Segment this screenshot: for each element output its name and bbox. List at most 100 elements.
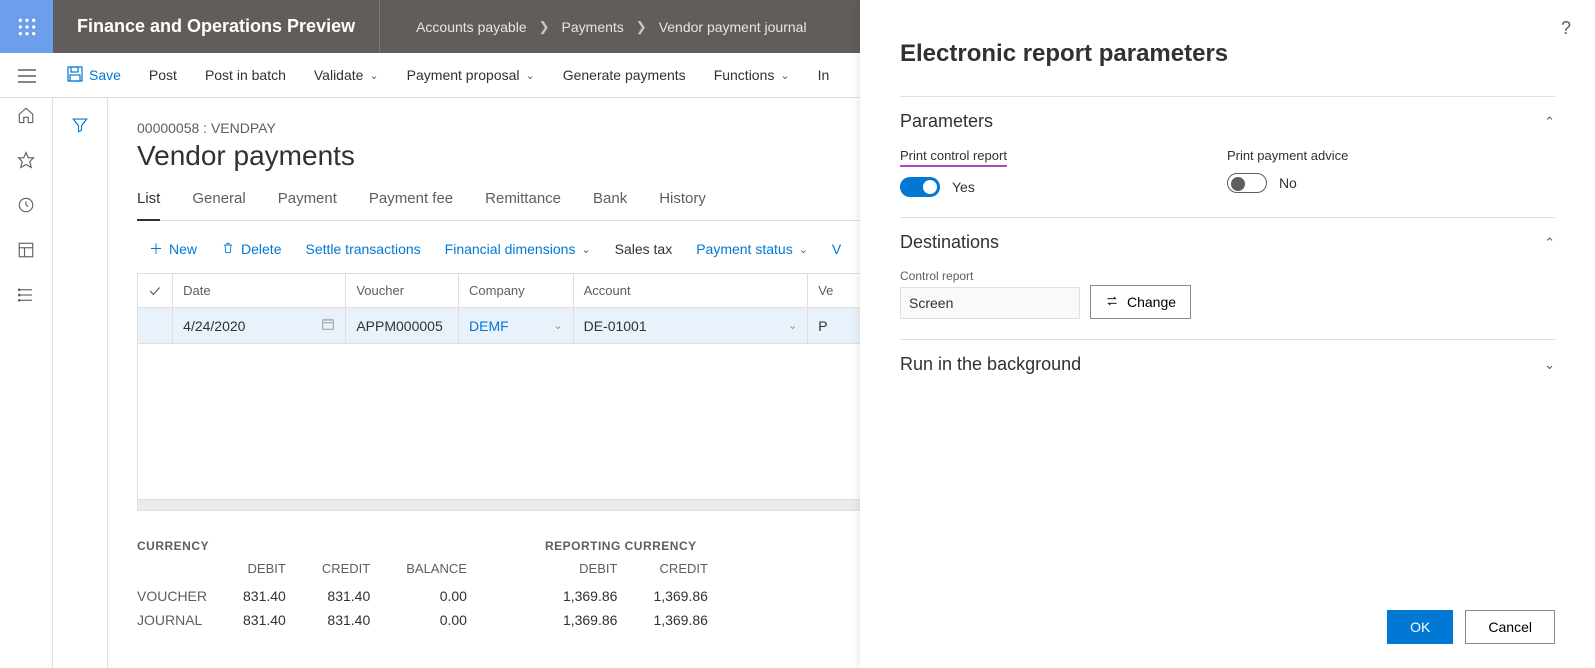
hamburger-icon <box>18 69 36 83</box>
change-label: Change <box>1127 294 1176 310</box>
generate-payments-button[interactable]: Generate payments <box>549 53 700 98</box>
chevron-down-icon[interactable]: ⌄ <box>553 319 562 332</box>
print-payment-advice-field: Print payment advice No <box>1227 148 1348 197</box>
col-header-date[interactable]: Date <box>173 274 346 307</box>
tab-list[interactable]: List <box>137 190 160 221</box>
ok-button[interactable]: OK <box>1387 610 1453 644</box>
grid-empty-area <box>138 344 866 500</box>
currency-totals-title: CURRENCY <box>137 539 485 553</box>
grid-row[interactable]: 4/24/2020 APPM000005 DEMF ⌄ DE-01001⌄ P <box>138 308 866 344</box>
row-checkbox[interactable] <box>138 308 173 343</box>
grid-header: Date Voucher Company Account Ve <box>138 274 866 308</box>
payment-status-button[interactable]: Payment status⌄ <box>696 241 808 257</box>
delete-button[interactable]: Delete <box>221 241 281 258</box>
tab-remittance[interactable]: Remittance <box>485 190 561 220</box>
breadcrumb-payments[interactable]: Payments <box>550 19 636 35</box>
cell-voucher-value: APPM000005 <box>356 318 442 334</box>
print-control-report-label: Print control report <box>900 148 1007 167</box>
filter-icon[interactable] <box>71 116 89 668</box>
control-report-field: Control report <box>900 269 1080 319</box>
tab-payment-fee[interactable]: Payment fee <box>369 190 453 220</box>
financial-dimensions-button[interactable]: Financial dimensions⌄ <box>445 241 591 257</box>
post-button[interactable]: Post <box>135 53 191 98</box>
cell-date[interactable]: 4/24/2020 <box>173 308 346 343</box>
more-button[interactable]: V <box>832 241 841 257</box>
print-control-report-toggle[interactable] <box>900 177 940 197</box>
validate-button[interactable]: Validate⌄ <box>300 53 393 98</box>
cancel-button[interactable]: Cancel <box>1465 610 1555 644</box>
section-destinations: Destinations ⌃ Control report Change <box>900 217 1555 339</box>
new-button[interactable]: ＋New <box>149 239 197 259</box>
reporting-currency-totals: REPORTING CURRENCY DEBITCREDIT 1,369.861… <box>545 539 762 632</box>
tab-general[interactable]: General <box>192 190 245 220</box>
section-parameters-body: Print control report Yes Print payment a… <box>900 132 1555 203</box>
cell-vendor[interactable]: P <box>808 308 866 343</box>
calendar-icon[interactable] <box>321 317 335 334</box>
cell-company[interactable]: DEMF ⌄ <box>459 308 574 343</box>
nav-menu-button[interactable] <box>0 53 53 98</box>
cell-company-value: DEMF <box>469 318 509 334</box>
trash-icon <box>221 241 235 258</box>
tab-history[interactable]: History <box>659 190 706 220</box>
col-credit: CREDIT <box>304 559 388 584</box>
tab-bank[interactable]: Bank <box>593 190 627 220</box>
section-parameters-title: Parameters <box>900 111 993 132</box>
cell-account[interactable]: DE-01001⌄ <box>574 308 809 343</box>
filter-pane <box>53 98 108 668</box>
help-icon[interactable]: ? <box>1561 18 1571 39</box>
change-destination-button[interactable]: Change <box>1090 285 1191 319</box>
grid-scrollbar[interactable] <box>138 500 866 510</box>
journal-credit-rep: 1,369.86 <box>635 608 726 632</box>
settle-transactions-button[interactable]: Settle transactions <box>305 241 420 257</box>
new-label: New <box>169 241 197 257</box>
lines-grid: Date Voucher Company Account Ve 4/24/202… <box>137 273 867 511</box>
col-balance-partial <box>726 559 762 584</box>
more-label: V <box>832 241 841 257</box>
modules-icon[interactable] <box>17 286 35 307</box>
tab-payment[interactable]: Payment <box>278 190 337 220</box>
col-header-voucher[interactable]: Voucher <box>346 274 459 307</box>
waffle-icon <box>17 17 37 37</box>
inquiries-button[interactable]: In <box>804 53 844 98</box>
post-batch-button[interactable]: Post in batch <box>191 53 300 98</box>
col-header-vendor[interactable]: Ve <box>808 274 866 307</box>
chevron-down-icon: ⌄ <box>799 243 808 256</box>
chevron-down-icon[interactable]: ⌄ <box>788 319 797 332</box>
control-report-input[interactable] <box>900 287 1080 319</box>
col-header-company[interactable]: Company <box>459 274 574 307</box>
control-report-destination-row: Control report Change <box>900 269 1191 319</box>
workspace-icon[interactable] <box>17 241 35 262</box>
journal-balance: 0.00 <box>388 608 485 632</box>
chevron-right-icon: ❯ <box>539 19 550 35</box>
section-run-background-header[interactable]: Run in the background ⌄ <box>900 354 1555 375</box>
voucher-credit: 831.40 <box>304 584 388 608</box>
section-parameters-header[interactable]: Parameters ⌃ <box>900 111 1555 132</box>
select-all-checkbox[interactable] <box>138 274 173 307</box>
settle-label: Settle transactions <box>305 241 420 257</box>
functions-button[interactable]: Functions⌄ <box>700 53 804 98</box>
cell-voucher[interactable]: APPM000005 <box>346 308 459 343</box>
section-destinations-header[interactable]: Destinations ⌃ <box>900 232 1555 253</box>
currency-totals-table: DEBITCREDITBALANCE VOUCHER831.40831.400.… <box>137 559 485 632</box>
home-icon[interactable] <box>17 106 35 127</box>
chevron-down-icon: ⌄ <box>780 69 789 82</box>
col-credit: CREDIT <box>635 559 726 584</box>
journal-debit: 831.40 <box>225 608 304 632</box>
print-payment-advice-toggle[interactable] <box>1227 173 1267 193</box>
proposal-label: Payment proposal <box>407 67 520 83</box>
print-control-toggle-row: Yes <box>900 177 1007 197</box>
sales-tax-button[interactable]: Sales tax <box>615 241 673 257</box>
favorite-icon[interactable] <box>17 151 35 172</box>
section-destinations-body: Control report Change <box>900 253 1555 325</box>
col-header-account[interactable]: Account <box>574 274 809 307</box>
voucher-debit-rep: 1,369.86 <box>545 584 636 608</box>
col-debit: DEBIT <box>545 559 636 584</box>
recent-icon[interactable] <box>17 196 35 217</box>
row-voucher-label: VOUCHER <box>137 584 225 608</box>
breadcrumb-accounts-payable[interactable]: Accounts payable <box>404 19 539 35</box>
app-launcher-icon[interactable] <box>0 0 53 53</box>
breadcrumb-vendor-payment-journal[interactable]: Vendor payment journal <box>647 19 819 35</box>
payment-proposal-button[interactable]: Payment proposal⌄ <box>393 53 549 98</box>
section-run-background-title: Run in the background <box>900 354 1081 375</box>
save-button[interactable]: Save <box>53 53 135 98</box>
